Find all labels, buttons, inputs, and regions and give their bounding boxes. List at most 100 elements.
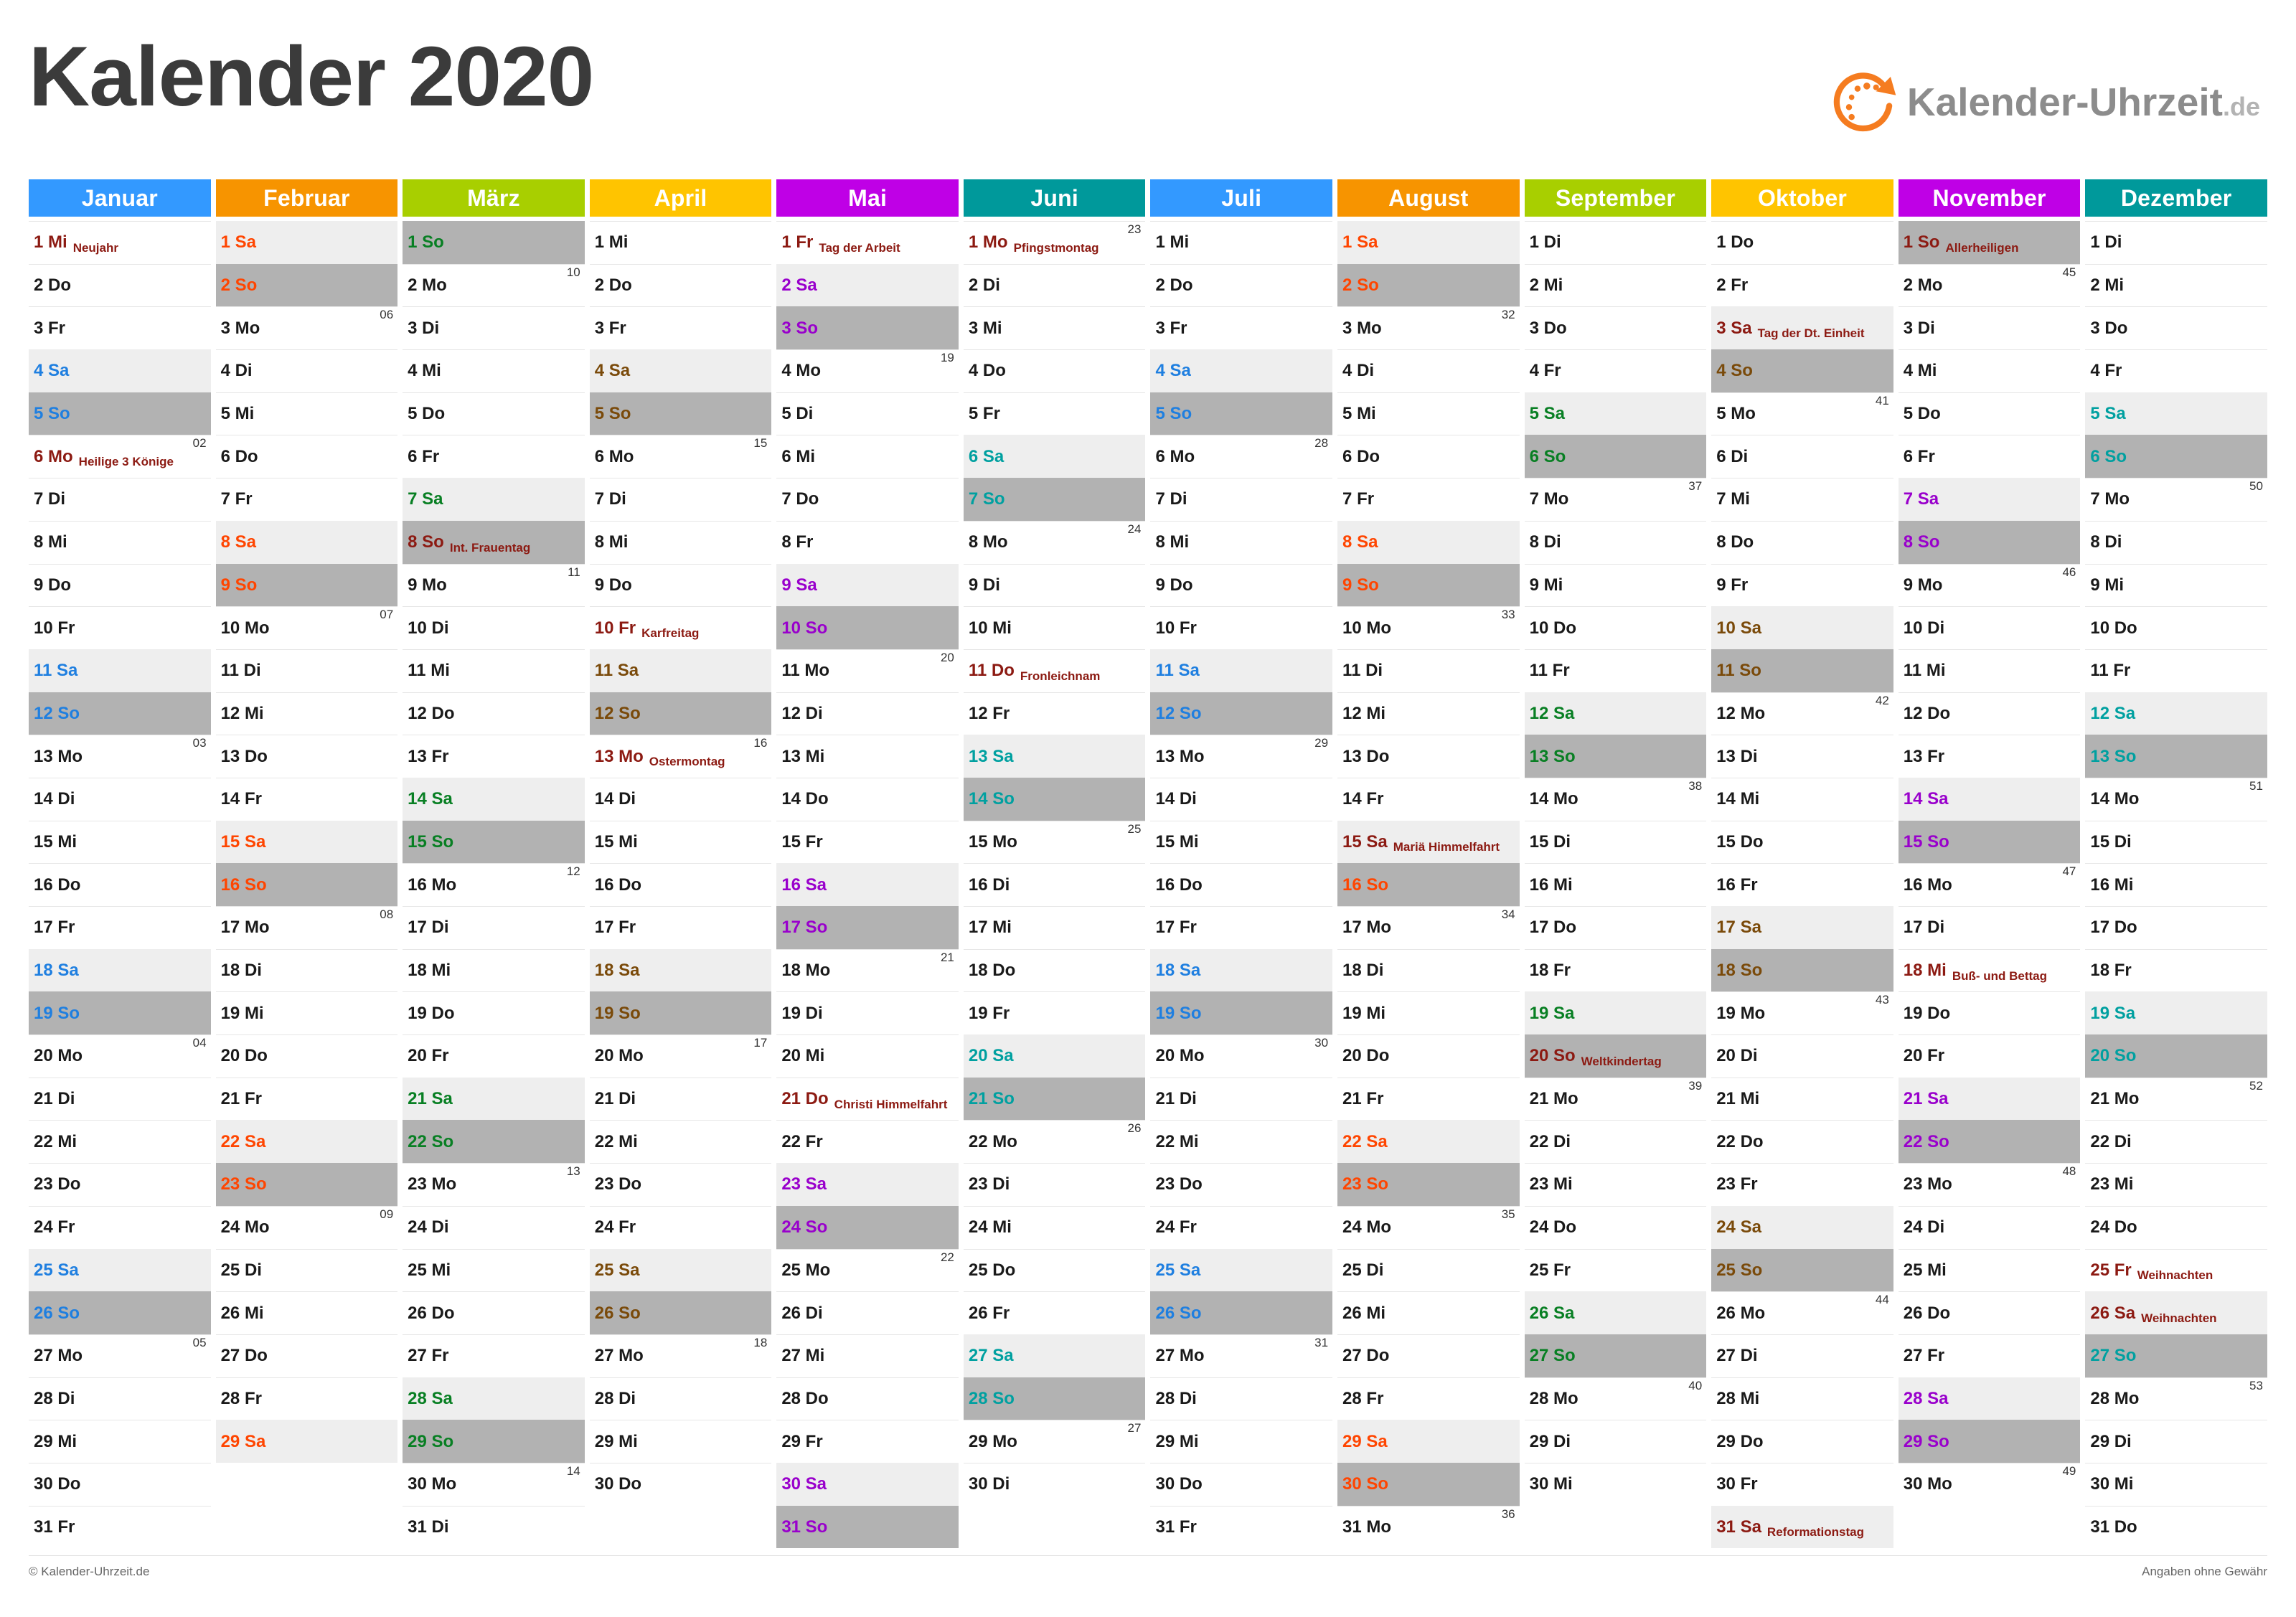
day-cell[interactable]: 12 Mi <box>1337 692 1520 735</box>
day-cell[interactable]: 4 Mi <box>1898 349 2081 392</box>
day-cell[interactable]: 9 Fr <box>1711 563 1893 607</box>
day-cell[interactable]: 3 Mo 32 <box>1337 306 1520 349</box>
day-cell[interactable]: 23 Sa <box>776 1163 959 1206</box>
day-cell[interactable]: 26 Mi <box>1337 1291 1520 1334</box>
day-cell[interactable]: 16 Di <box>963 863 1146 906</box>
day-cell[interactable]: 26 So <box>589 1291 772 1334</box>
site-logo[interactable]: Kalender-Uhrzeit.de <box>1832 69 2260 135</box>
day-cell[interactable]: 29 Mi <box>29 1420 211 1463</box>
day-cell[interactable]: 17 So <box>776 906 959 949</box>
day-cell[interactable]: 14 Sa <box>1898 777 2081 821</box>
day-cell[interactable]: 28 Mi <box>1711 1377 1893 1420</box>
day-cell[interactable]: 1 Fr Tag der Arbeit <box>776 221 959 264</box>
day-cell[interactable]: 3 Do <box>1524 306 1707 349</box>
day-cell[interactable]: 17 Do <box>2085 906 2267 949</box>
day-cell[interactable]: 26 Mo 44 <box>1711 1291 1893 1334</box>
day-cell[interactable]: 24 Mi <box>963 1205 1146 1249</box>
day-cell[interactable]: 12 Mi <box>215 692 398 735</box>
day-cell[interactable]: 19 So <box>29 991 211 1035</box>
day-cell[interactable]: 15 Mo 25 <box>963 820 1146 864</box>
day-cell[interactable]: 17 Fr <box>1150 906 1333 949</box>
day-cell[interactable]: 26 Do <box>1898 1291 2081 1334</box>
day-cell[interactable]: 16 So <box>215 863 398 906</box>
day-cell[interactable]: 18 Fr <box>2085 948 2267 992</box>
day-cell[interactable]: 26 Fr <box>963 1291 1146 1334</box>
day-cell[interactable]: 27 Fr <box>403 1334 585 1377</box>
day-cell[interactable]: 19 Di <box>776 991 959 1034</box>
day-cell[interactable]: 1 Di <box>1524 221 1707 264</box>
day-cell[interactable]: 1 Mi <box>1150 221 1333 264</box>
month-header-april[interactable]: April <box>589 179 772 217</box>
day-cell[interactable]: 13 Mo 29 <box>1150 735 1333 778</box>
day-cell[interactable]: 10 Di <box>1898 606 2081 649</box>
day-cell[interactable]: 4 Fr <box>2085 349 2267 392</box>
day-cell[interactable]: 11 So <box>1711 649 1893 692</box>
day-cell[interactable]: 9 Mo 11 <box>403 563 585 607</box>
day-cell[interactable]: 5 Di <box>776 392 959 435</box>
month-header-juni[interactable]: Juni <box>963 179 1146 217</box>
month-header-september[interactable]: September <box>1524 179 1707 217</box>
day-cell[interactable]: 23 Mo 13 <box>403 1163 585 1206</box>
day-cell[interactable]: 15 So <box>403 820 585 864</box>
day-cell[interactable]: 3 Fr <box>1150 306 1333 349</box>
day-cell[interactable]: 7 So <box>963 478 1146 521</box>
day-cell[interactable]: 4 Mi <box>403 349 585 392</box>
day-cell[interactable]: 29 Di <box>2085 1420 2267 1463</box>
day-cell[interactable]: 11 Mo 20 <box>776 649 959 692</box>
day-cell[interactable]: 7 Do <box>776 478 959 521</box>
day-cell[interactable]: 2 Do <box>589 263 772 307</box>
day-cell[interactable]: 24 Di <box>1898 1205 2081 1249</box>
day-cell[interactable]: 17 Sa <box>1711 906 1893 949</box>
day-cell[interactable]: 26 Do <box>403 1291 585 1334</box>
day-cell[interactable]: 19 Fr <box>963 991 1146 1034</box>
day-cell[interactable]: 18 Mi Buß- und Bettag <box>1898 948 2081 992</box>
day-cell[interactable]: 6 Fr <box>403 435 585 478</box>
day-cell[interactable]: 29 So <box>403 1420 585 1463</box>
day-cell[interactable]: 4 So <box>1711 349 1893 392</box>
day-cell[interactable]: 2 Mi <box>1524 263 1707 307</box>
day-cell[interactable]: 2 So <box>1337 263 1520 307</box>
day-cell[interactable]: 18 Sa <box>29 948 211 992</box>
day-cell[interactable]: 21 Sa <box>1898 1077 2081 1121</box>
month-header-mai[interactable]: Mai <box>776 179 959 217</box>
day-cell[interactable]: 21 Sa <box>403 1077 585 1121</box>
day-cell[interactable]: 25 Mi <box>1898 1248 2081 1292</box>
day-cell[interactable]: 31 Mo 36 <box>1337 1505 1520 1549</box>
day-cell[interactable]: 13 So <box>2085 735 2267 778</box>
day-cell[interactable]: 22 Mi <box>589 1120 772 1163</box>
day-cell[interactable]: 18 Di <box>215 948 398 992</box>
day-cell[interactable]: 22 Sa <box>215 1120 398 1164</box>
day-cell[interactable]: 8 Di <box>2085 520 2267 564</box>
day-cell[interactable]: 20 Do <box>215 1034 398 1078</box>
day-cell[interactable]: 9 Mo 46 <box>1898 563 2081 607</box>
day-cell[interactable]: 5 Do <box>403 392 585 435</box>
day-cell[interactable]: 14 Fr <box>1337 777 1520 821</box>
day-cell[interactable]: 30 Mi <box>2085 1462 2267 1506</box>
day-cell[interactable]: 7 Fr <box>1337 478 1520 521</box>
day-cell[interactable]: 15 Mi <box>29 820 211 864</box>
day-cell[interactable]: 9 Do <box>1150 563 1333 607</box>
day-cell[interactable]: 2 So <box>215 263 398 307</box>
day-cell[interactable]: 30 Mo 49 <box>1898 1462 2081 1506</box>
day-cell[interactable]: 2 Fr <box>1711 263 1893 307</box>
day-cell[interactable]: 30 Mi <box>1524 1462 1707 1506</box>
day-cell[interactable]: 12 Di <box>776 692 959 735</box>
day-cell[interactable]: 12 Do <box>403 692 585 735</box>
month-header-februar[interactable]: Februar <box>215 179 398 217</box>
day-cell[interactable]: 15 Sa Mariä Himmelfahrt <box>1337 820 1520 864</box>
day-cell[interactable]: 20 Fr <box>403 1034 585 1078</box>
day-cell[interactable]: 7 Mo 50 <box>2085 478 2267 521</box>
day-cell[interactable]: 9 So <box>1337 563 1520 607</box>
day-cell[interactable]: 28 Di <box>29 1377 211 1420</box>
day-cell[interactable]: 3 Mi <box>963 306 1146 349</box>
day-cell[interactable]: 28 Di <box>589 1377 772 1420</box>
month-header-juli[interactable]: Juli <box>1150 179 1333 217</box>
day-cell[interactable]: 10 Fr <box>1150 606 1333 649</box>
day-cell[interactable]: 8 So <box>1898 520 2081 564</box>
day-cell[interactable]: 16 Do <box>29 863 211 906</box>
day-cell[interactable]: 19 So <box>589 991 772 1035</box>
day-cell[interactable]: 17 Fr <box>29 906 211 949</box>
day-cell[interactable]: 13 Fr <box>1898 735 2081 778</box>
day-cell[interactable]: 25 Mi <box>403 1248 585 1292</box>
day-cell[interactable]: 21 Fr <box>215 1077 398 1121</box>
